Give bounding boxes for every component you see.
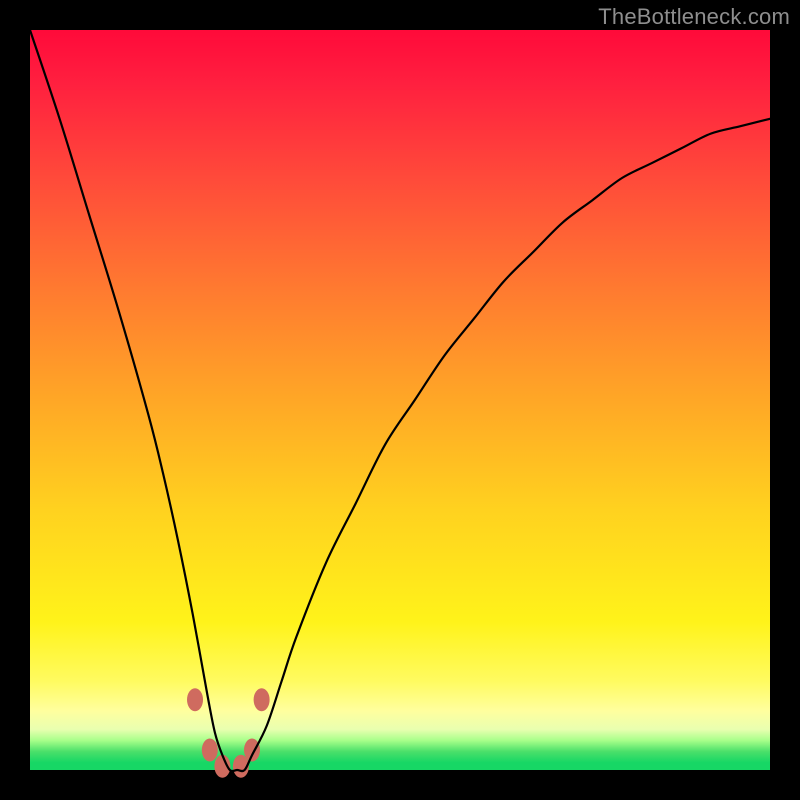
chart-frame: TheBottleneck.com [0,0,800,800]
curve-marker [202,739,218,762]
curve-marker [187,688,203,711]
curve-marker [244,739,260,762]
plot-area [30,30,770,770]
chart-markers [187,688,270,778]
watermark-text: TheBottleneck.com [598,4,790,30]
bottleneck-curve [30,30,770,771]
curve-marker [254,688,270,711]
plot-svg [30,30,770,770]
